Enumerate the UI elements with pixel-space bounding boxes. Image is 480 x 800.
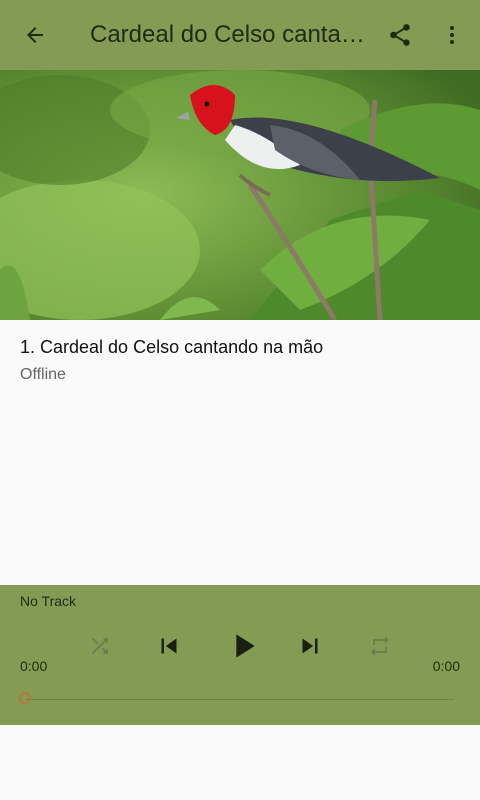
shuffle-icon	[92, 638, 108, 654]
track-status: Offline	[20, 366, 66, 383]
skip-next-icon	[302, 638, 318, 654]
elapsed-time: 0:00	[20, 658, 48, 674]
app-bar: Cardeal do Celso cantando na mão	[0, 0, 480, 70]
repeat-icon	[371, 636, 389, 656]
back-button[interactable]	[0, 0, 70, 70]
bottom-area	[0, 725, 480, 800]
more-vert-icon	[450, 26, 454, 44]
share-button[interactable]	[380, 15, 420, 55]
bird-photo	[0, 70, 480, 320]
list-item[interactable]: 1. Cardeal do Celso cantando na mão Offl…	[0, 320, 480, 400]
page-title: Cardeal do Celso cantando na mão	[90, 21, 365, 48]
play-icon	[236, 634, 255, 658]
seek-thumb[interactable]	[19, 692, 31, 704]
skip-previous-icon	[161, 638, 177, 654]
share-icon	[390, 24, 410, 46]
next-button[interactable]	[293, 629, 327, 663]
repeat-button[interactable]	[366, 632, 394, 660]
previous-button[interactable]	[152, 629, 186, 663]
now-playing-label: No Track	[20, 593, 77, 609]
more-options-button[interactable]	[434, 15, 470, 55]
track-title: 1. Cardeal do Celso cantando na mão	[20, 337, 324, 357]
player-panel: No Track 0:00 0:00	[0, 585, 480, 725]
shuffle-button[interactable]	[86, 632, 114, 660]
seek-bar[interactable]	[26, 699, 454, 700]
track-list: 1. Cardeal do Celso cantando na mão Offl…	[0, 320, 480, 585]
duration-time: 0:00	[432, 658, 460, 674]
bird-header-image	[0, 70, 480, 320]
play-button[interactable]	[222, 625, 264, 667]
arrow-left-icon	[27, 27, 43, 43]
